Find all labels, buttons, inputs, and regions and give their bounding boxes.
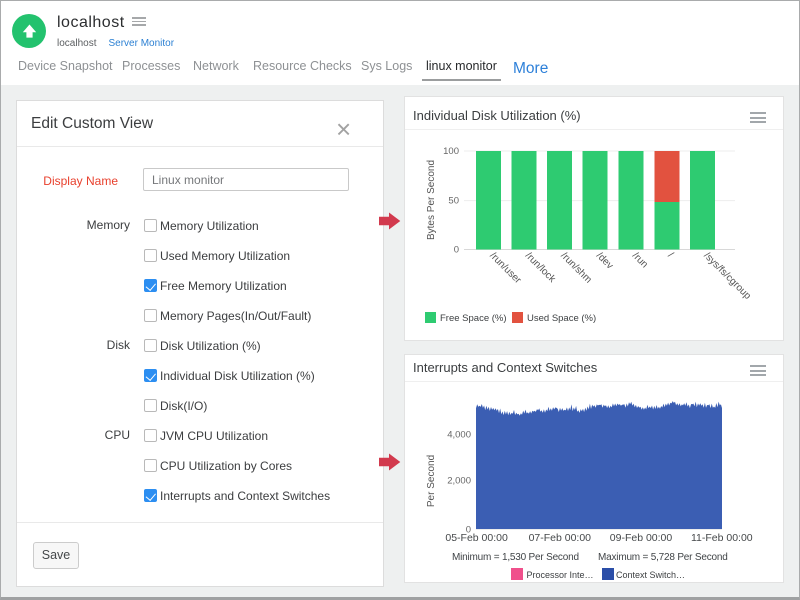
- svg-text:09-Feb 00:00: 09-Feb 00:00: [610, 532, 673, 544]
- svg-text:/run/shm: /run/shm: [558, 250, 593, 285]
- svg-text:50: 50: [448, 196, 459, 207]
- svg-text:4,000: 4,000: [447, 430, 471, 441]
- svg-text:Per Second: Per Second: [426, 455, 437, 507]
- svg-text:05-Feb 00:00: 05-Feb 00:00: [445, 532, 508, 544]
- svg-text:Free Space (%): Free Space (%): [440, 313, 507, 324]
- svg-text:Minimum = 1,530 Per Second: Minimum = 1,530 Per Second: [452, 552, 579, 563]
- svg-text:07-Feb 00:00: 07-Feb 00:00: [529, 532, 592, 544]
- svg-text:0: 0: [454, 245, 459, 256]
- svg-text:Bytes Per Second: Bytes Per Second: [426, 160, 437, 240]
- svg-text:11-Feb 00:00: 11-Feb 00:00: [691, 532, 753, 544]
- svg-text:100: 100: [443, 146, 459, 157]
- svg-text:Maximum = 5,728 Per Second: Maximum = 5,728 Per Second: [598, 552, 728, 563]
- svg-text:Used Space (%): Used Space (%): [527, 313, 596, 324]
- svg-text:/run: /run: [630, 250, 650, 270]
- svg-text:/sys/fs/cgroup: /sys/fs/cgroup: [701, 250, 753, 302]
- svg-text:/: /: [665, 250, 675, 260]
- svg-text:Context Switch…: Context Switch…: [616, 570, 685, 580]
- svg-text:2,000: 2,000: [447, 475, 471, 486]
- svg-text:/run/user: /run/user: [487, 250, 523, 286]
- svg-text:/dev: /dev: [594, 250, 615, 271]
- svg-text:Processor Inte…: Processor Inte…: [527, 570, 594, 580]
- svg-text:/run/lock: /run/lock: [523, 250, 558, 285]
